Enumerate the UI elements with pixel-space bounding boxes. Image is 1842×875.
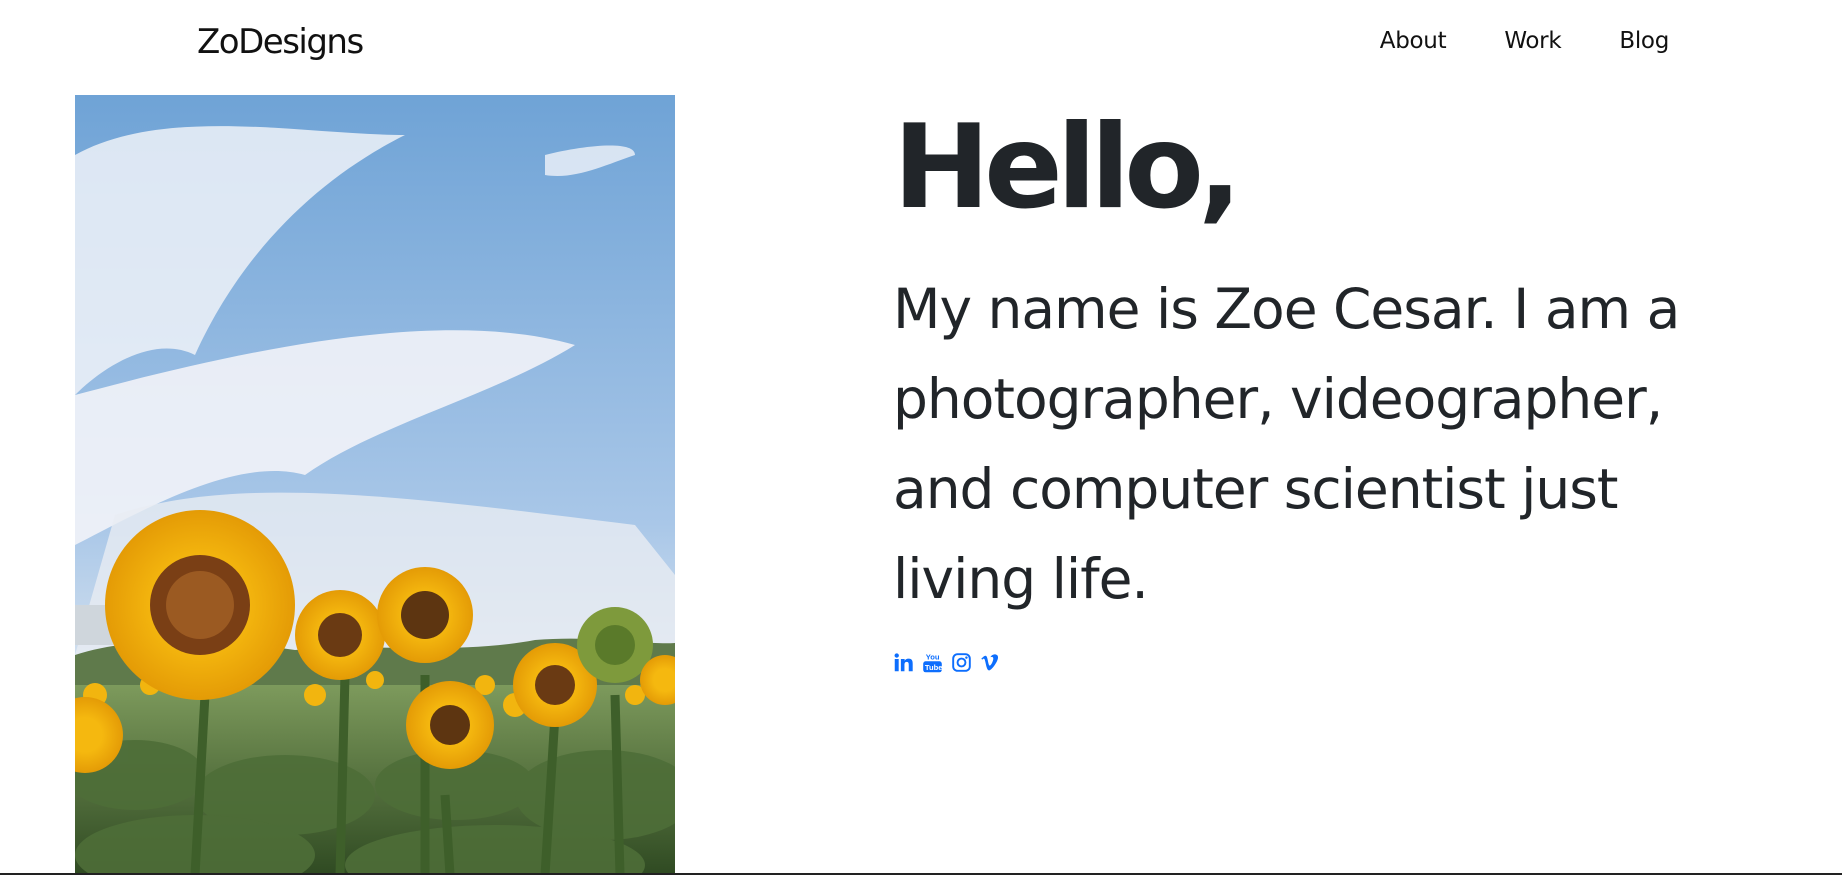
svg-text:You: You xyxy=(926,652,940,661)
nav-link-about[interactable]: About xyxy=(1380,28,1447,54)
social-links: You Tube xyxy=(893,652,1001,673)
site-header: ZoDesigns About Work Blog xyxy=(0,0,1842,95)
hero-intro-text: My name is Zoe Cesar. I am a photographe… xyxy=(893,277,1680,611)
youtube-icon[interactable]: You Tube xyxy=(922,652,943,673)
hero-section: Hello, My name is Zoe Cesar. I am a phot… xyxy=(893,110,1723,624)
vimeo-icon[interactable] xyxy=(980,652,1001,673)
nav-link-work[interactable]: Work xyxy=(1504,28,1561,54)
brand-logo[interactable]: ZoDesigns xyxy=(197,22,364,62)
linkedin-icon[interactable] xyxy=(893,652,914,673)
svg-text:Tube: Tube xyxy=(925,662,943,671)
main-nav: About Work Blog xyxy=(1322,28,1670,54)
nav-link-blog[interactable]: Blog xyxy=(1619,28,1669,54)
hero-heading: Hello, xyxy=(893,100,1242,235)
instagram-icon[interactable] xyxy=(951,652,972,673)
sunflower-field-photo xyxy=(75,95,675,875)
